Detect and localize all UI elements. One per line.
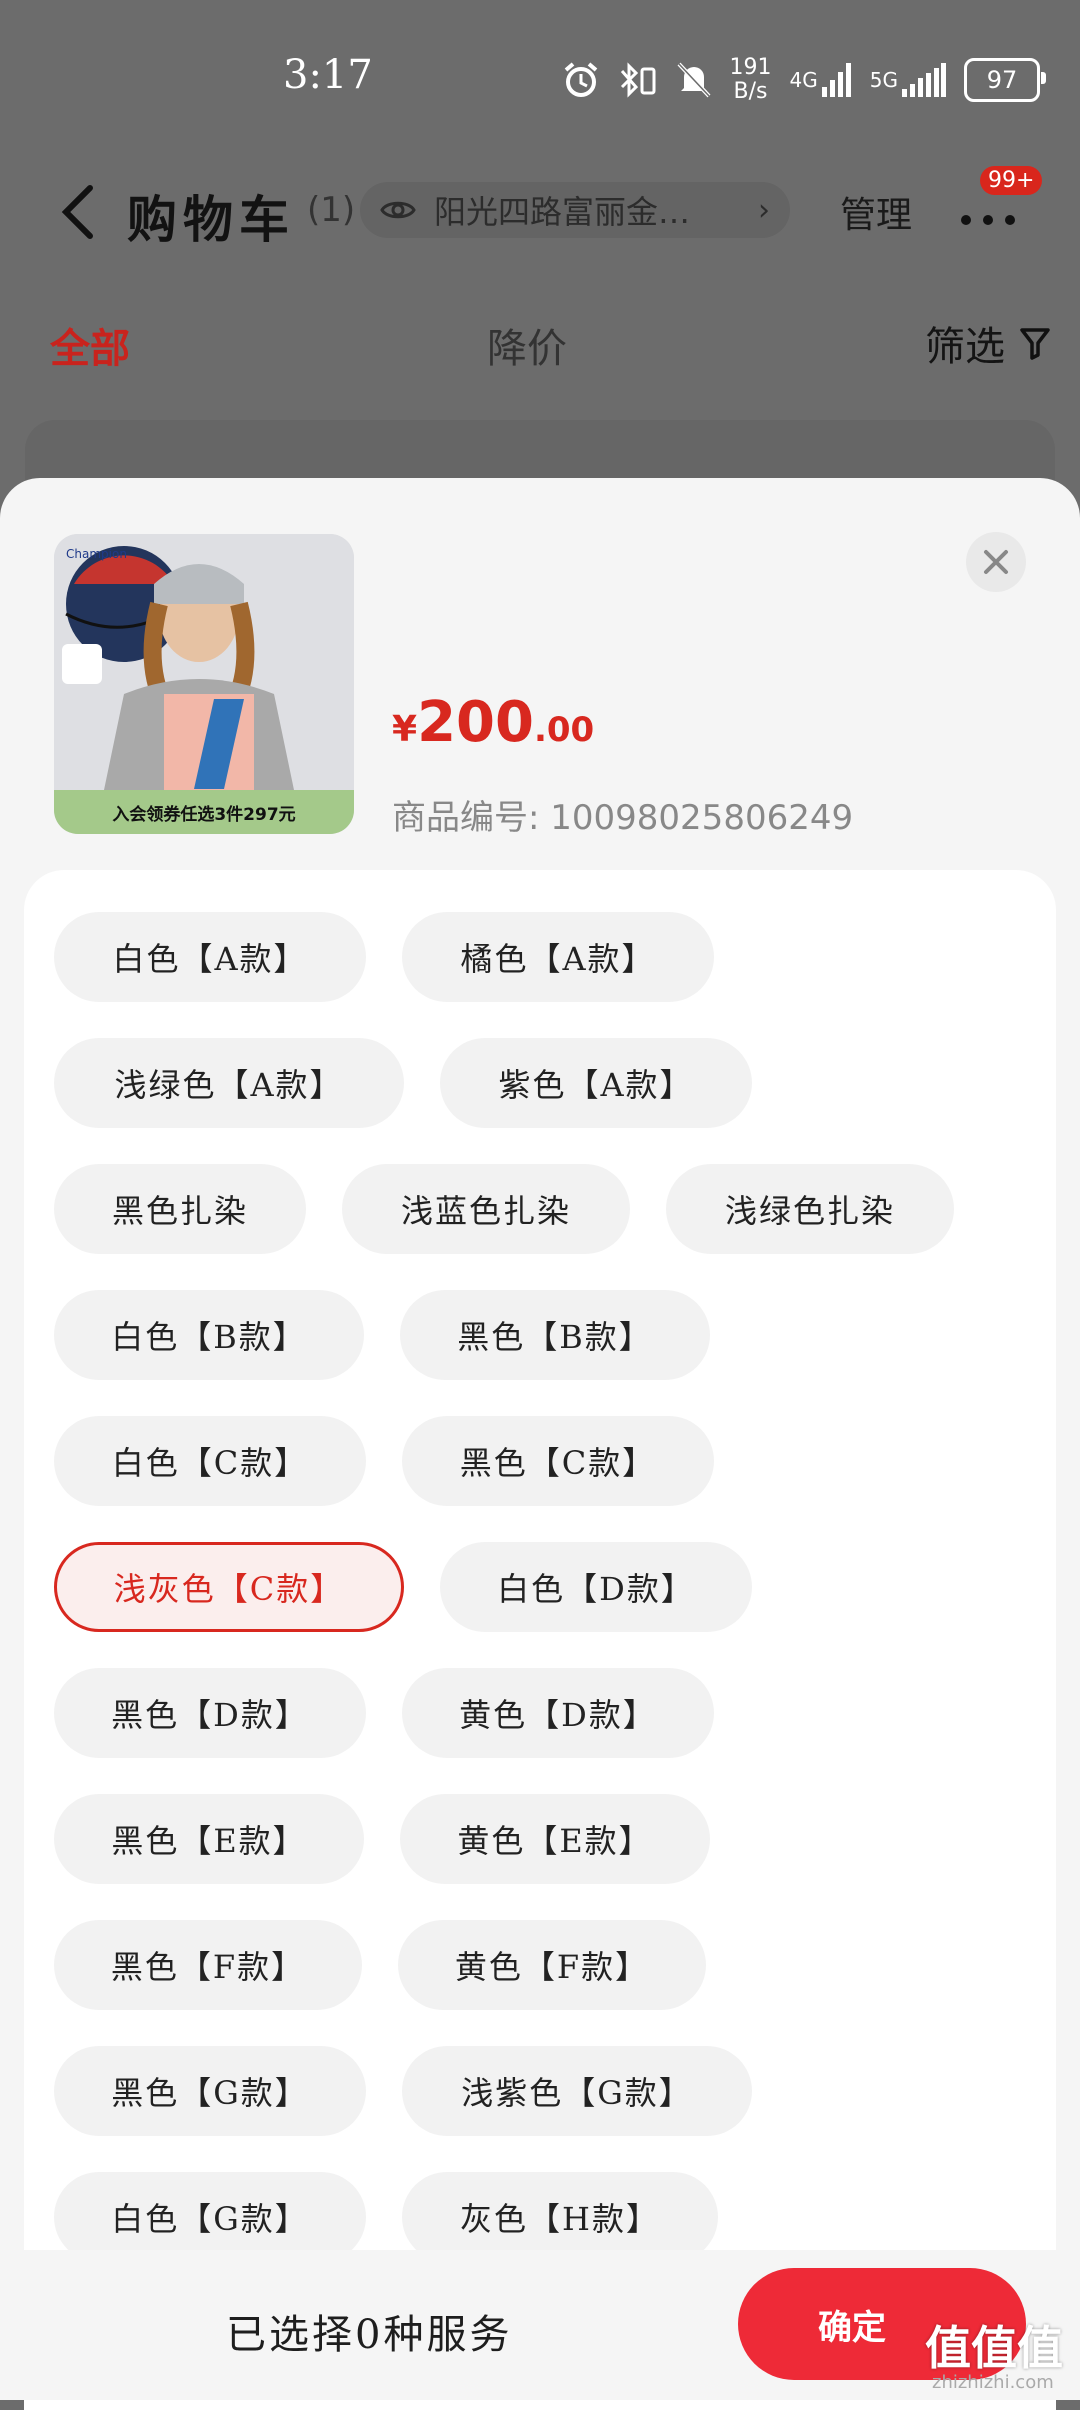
color-option-chip[interactable]: 浅蓝色扎染 xyxy=(342,1164,630,1254)
color-option-chip[interactable]: 黑色【F款】 xyxy=(54,1920,362,2010)
manage-button[interactable]: 管理 xyxy=(840,186,912,238)
svg-text:Champion: Champion xyxy=(66,547,127,561)
bottom-bar: 已选择0种服务 确定 值值值 zhizhizhi.com xyxy=(0,2250,1080,2400)
color-option-chip[interactable]: 灰色【H款】 xyxy=(402,2172,718,2262)
color-option-chip[interactable]: 橘色【A款】 xyxy=(402,912,714,1002)
eye-icon xyxy=(380,192,416,228)
tab-price-drop[interactable]: 降价 xyxy=(487,316,567,374)
status-bar: 3:17 191 B/s 4G 5G 97 xyxy=(0,0,1080,140)
product-sku: 商品编号: 10098025806249 xyxy=(392,798,854,838)
cart-count: (1) xyxy=(307,190,356,230)
color-option-chip[interactable]: 浅灰色【C款】 xyxy=(54,1542,404,1632)
cart-tabs: 全部 降价 筛选 xyxy=(0,300,1080,380)
close-button[interactable] xyxy=(966,532,1026,592)
color-option-chip[interactable]: 黑色【C款】 xyxy=(402,1416,714,1506)
color-option-chip[interactable]: 紫色【A款】 xyxy=(440,1038,752,1128)
more-icon[interactable] xyxy=(956,196,1026,236)
color-option-chip[interactable]: 白色【G款】 xyxy=(54,2172,366,2262)
bluetooth-battery-icon xyxy=(618,61,658,99)
network-speed: 191 B/s xyxy=(729,55,772,104)
color-option-chip[interactable]: 黄色【D款】 xyxy=(402,1668,714,1758)
signal-4g-icon: 4G xyxy=(790,63,852,97)
color-option-chip[interactable]: 浅绿色扎染 xyxy=(666,1164,954,1254)
option-row: 黑色【E款】 黄色【E款】 xyxy=(54,1794,710,1884)
product-image[interactable]: Champion 入会领券任选3件297元 xyxy=(54,534,354,834)
tab-all[interactable]: 全部 xyxy=(50,316,130,374)
option-row: 黑色扎染 浅蓝色扎染 浅绿色扎染 xyxy=(54,1164,954,1254)
product-photo: Champion xyxy=(54,534,354,790)
status-icons: 191 B/s 4G 5G 97 xyxy=(562,55,1046,104)
filter-icon xyxy=(1020,328,1050,360)
signal-5g-icon: 5G xyxy=(870,63,946,97)
watermark-url: zhizhizhi.com xyxy=(932,2372,1054,2393)
color-option-chip[interactable]: 黑色【E款】 xyxy=(54,1794,364,1884)
color-option-chip[interactable]: 黑色【G款】 xyxy=(54,2046,366,2136)
color-option-chip[interactable]: 黄色【F款】 xyxy=(398,1920,706,2010)
color-option-chip[interactable]: 浅紫色【G款】 xyxy=(402,2046,752,2136)
color-option-chip[interactable]: 白色【D款】 xyxy=(440,1542,752,1632)
option-row: 白色【C款】 黑色【C款】 xyxy=(54,1416,714,1506)
color-option-chip[interactable]: 黑色【B款】 xyxy=(400,1290,710,1380)
address-selector[interactable]: 阳光四路富丽金… › xyxy=(360,182,790,238)
option-row: 白色【G款】 灰色【H款】 xyxy=(54,2172,718,2262)
option-row: 白色【A款】 橘色【A款】 xyxy=(54,912,714,1002)
option-row: 黑色【F款】 黄色【F款】 xyxy=(54,1920,706,2010)
filter-button[interactable]: 筛选 xyxy=(925,314,1051,372)
color-option-chip[interactable]: 白色【B款】 xyxy=(54,1290,364,1380)
back-icon[interactable] xyxy=(52,182,106,242)
selected-services-text: 已选择0种服务 xyxy=(226,2312,513,2358)
close-icon xyxy=(984,550,1008,574)
color-option-chip[interactable]: 白色【C款】 xyxy=(54,1416,366,1506)
alarm-icon xyxy=(562,61,600,99)
status-time: 3:17 xyxy=(283,52,373,98)
product-price: ¥200.00 xyxy=(392,690,595,755)
color-option-chip[interactable]: 白色【A款】 xyxy=(54,912,366,1002)
promo-banner: 入会领券任选3件297元 xyxy=(54,790,354,834)
option-row: 黑色【D款】 黄色【D款】 xyxy=(54,1668,714,1758)
mute-bell-icon xyxy=(676,61,712,99)
sku-selection-sheet: Champion 入会领券任选3件297元 ¥200.00 商品编号: 1009… xyxy=(0,478,1080,2410)
color-option-chip[interactable]: 黑色【D款】 xyxy=(54,1668,366,1758)
option-row: 浅绿色【A款】 紫色【A款】 xyxy=(54,1038,752,1128)
address-text: 阳光四路富丽金… xyxy=(434,193,691,231)
color-options: 白色【A款】 橘色【A款】 浅绿色【A款】 紫色【A款】 黑色扎染 浅蓝色扎染 浅绿色扎染白… xyxy=(24,870,1056,2410)
battery-icon: 97 xyxy=(964,58,1046,102)
option-row: 白色【B款】 黑色【B款】 xyxy=(54,1290,710,1380)
watermark-logo: 值值值 xyxy=(925,2321,1063,2375)
color-option-chip[interactable]: 浅绿色【A款】 xyxy=(54,1038,404,1128)
color-option-chip[interactable]: 黄色【E款】 xyxy=(400,1794,710,1884)
cart-header: 购物车 (1) 阳光四路富丽金… › 管理 xyxy=(0,160,1080,260)
option-row: 浅灰色【C款】 白色【D款】 xyxy=(54,1542,752,1632)
color-option-chip[interactable]: 黑色扎染 xyxy=(54,1164,306,1254)
message-badge: 99+ xyxy=(980,166,1043,195)
page-title: 购物车 xyxy=(127,191,295,249)
filter-label: 筛选 xyxy=(925,324,1005,370)
chevron-right-icon: › xyxy=(758,192,770,228)
option-row: 黑色【G款】 浅紫色【G款】 xyxy=(54,2046,752,2136)
